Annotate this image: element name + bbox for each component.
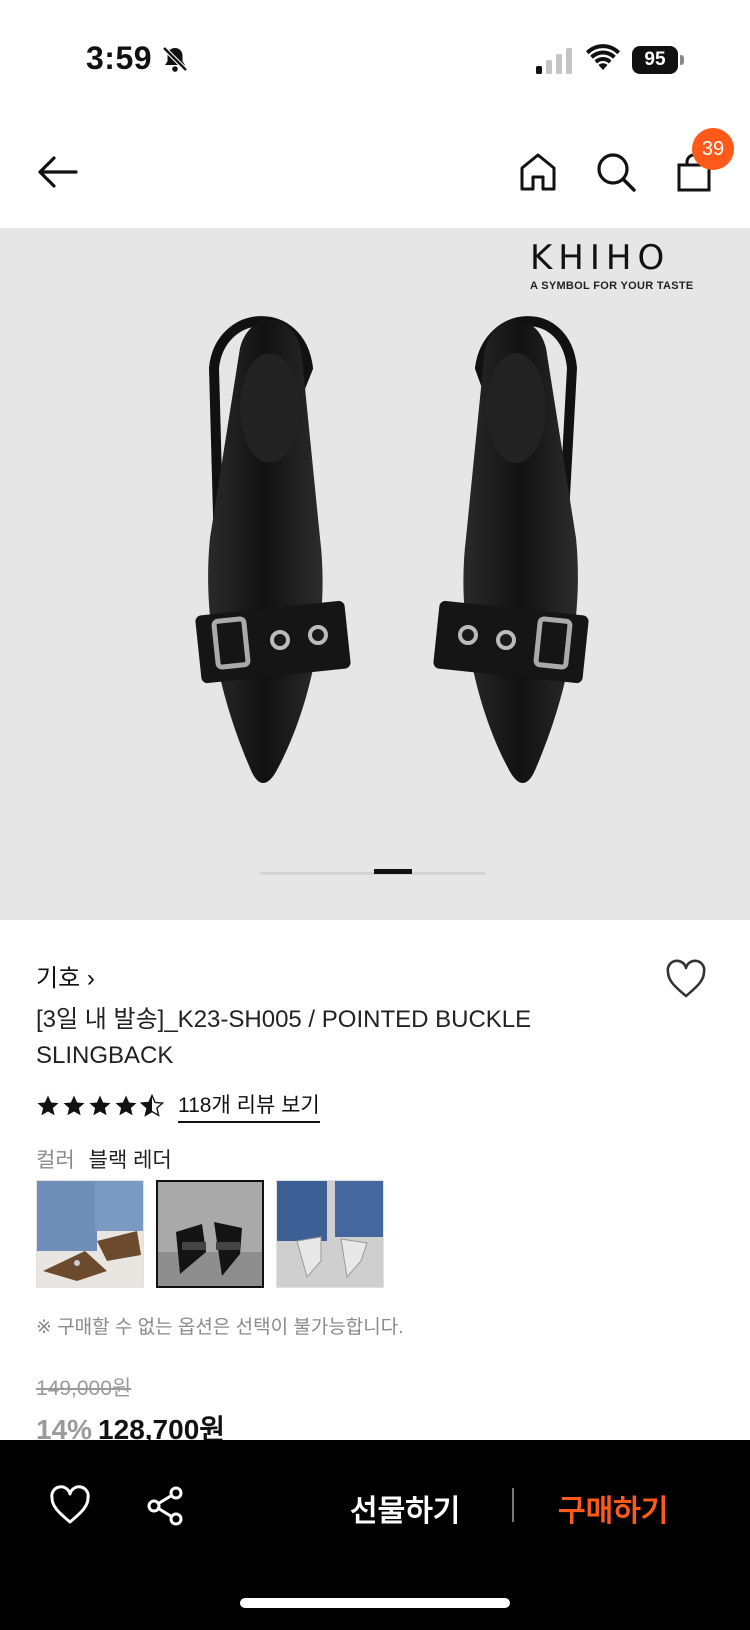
gift-button[interactable]: 선물하기 (350, 1486, 460, 1530)
swatch-photo-black (158, 1182, 262, 1286)
color-swatch-brown[interactable] (36, 1180, 144, 1288)
brand-name: 기호 (36, 965, 81, 992)
heart-icon[interactable] (664, 958, 708, 1002)
home-icon[interactable] (514, 148, 562, 196)
product-image-carousel[interactable]: KHIHO A SYMBOL FOR YOUR TASTE (0, 228, 750, 920)
brand-logo-text: KHIHO (530, 238, 671, 278)
brand-watermark-logo: KHIHO A SYMBOL FOR YOUR TASTE (530, 238, 694, 292)
status-bar: 3:59 95 (0, 0, 750, 118)
top-nav (0, 118, 750, 228)
star-icon (63, 1095, 85, 1116)
heart-icon[interactable] (48, 1484, 92, 1528)
chevron-right-icon: › (86, 965, 95, 992)
cellular-signal-icon (536, 48, 572, 74)
back-arrow-icon[interactable] (34, 148, 82, 196)
star-icon (37, 1095, 59, 1116)
original-price: 149,000원 (36, 1377, 132, 1400)
battery-indicator: 95 (632, 46, 684, 74)
brand-link[interactable]: 기호 › (36, 958, 95, 993)
swatch-photo-silver (277, 1181, 383, 1287)
color-swatch-silver[interactable] (276, 1180, 384, 1288)
rating-stars (36, 1094, 164, 1118)
half-star-icon (140, 1094, 164, 1117)
color-swatch-list (36, 1180, 384, 1288)
button-divider (512, 1488, 514, 1522)
product-title: [3일 내 발송]_K23-SH005 / POINTED BUCKLE SLI… (36, 1006, 532, 1069)
cart-count-badge: 39 (692, 128, 734, 170)
star-icon (115, 1095, 137, 1116)
swatch-photo-brown (37, 1181, 143, 1287)
color-option-row: 컬러 블랙 레더 (36, 1144, 172, 1174)
color-label: 컬러 (36, 1149, 75, 1172)
color-value: 블랙 레더 (88, 1149, 172, 1172)
status-time: 3:59 (86, 40, 153, 76)
bottom-action-bar: 선물하기 구매하기 (0, 1440, 750, 1630)
star-icon (89, 1095, 111, 1116)
carousel-active-dot (374, 869, 412, 874)
wifi-icon (586, 44, 620, 70)
battery-level: 95 (632, 46, 678, 74)
home-indicator (240, 1598, 510, 1608)
buy-button[interactable]: 구매하기 (558, 1486, 668, 1530)
search-icon[interactable] (592, 148, 640, 196)
carousel-track (260, 872, 486, 875)
share-icon[interactable] (144, 1484, 188, 1528)
color-swatch-black-leather[interactable] (156, 1180, 264, 1288)
review-link[interactable]: 118개 리뷰 보기 (178, 1089, 320, 1123)
bell-off-icon (162, 46, 188, 72)
product-photo-shoes (195, 316, 589, 783)
option-notice: ※ 구매할 수 없는 옵션은 선택이 불가능합니다. (36, 1317, 404, 1338)
rating-row: 118개 리뷰 보기 (36, 1089, 320, 1123)
